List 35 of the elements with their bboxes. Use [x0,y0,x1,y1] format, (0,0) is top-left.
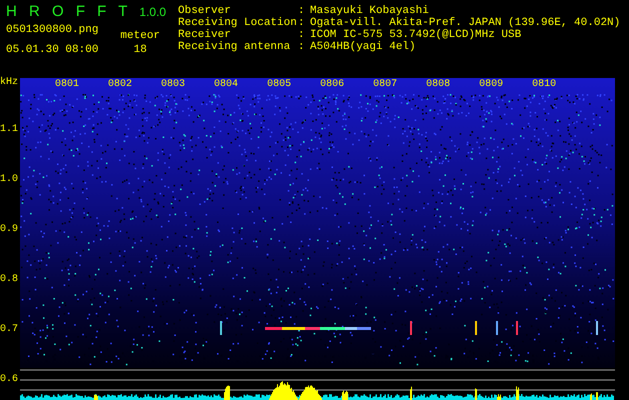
station-label: Observer [178,5,232,17]
separator-colon: : [298,17,306,29]
version-label: 1.0.0 [139,5,166,19]
file-name: 0501300800.png [6,24,98,36]
station-label: Receiver [178,29,232,41]
axis-label: 0.9 [0,224,18,236]
station-label: Receiving antenna [178,41,292,53]
axis-label: 1.1 [0,124,18,136]
app-title: H R O F F T [6,3,128,20]
separator-colon: : [298,29,306,41]
station-value: A504HB(yagi 4el) [310,41,416,53]
meteor-label: meteor [120,30,160,42]
station-label: Receiving Location [178,17,298,29]
axis-label: 1.0 [0,174,18,186]
time-label: 0801 [55,79,80,91]
date-time: 05.01.30 08:00 [6,44,98,56]
axis-label: 0.6 [0,374,18,386]
axis-label: 0.7 [0,324,18,336]
axis-unit: kHz [0,77,18,89]
meteor-count: 18 [134,44,147,56]
time-label: 0809 [479,79,504,91]
time-label: 0803 [161,79,186,91]
time-label: 0807 [373,79,398,91]
time-label: 0808 [426,79,450,91]
time-label: 0804 [214,79,238,91]
station-value: Masayuki Kobayashi [310,5,429,17]
time-label: 0802 [108,79,132,91]
time-label: 0805 [267,79,292,91]
time-label: 0806 [320,79,344,91]
station-value: ICOM IC-575 53.7492(@LCD)MHz USB [310,29,522,41]
time-label: 0810 [532,79,556,91]
separator-colon: : [298,5,306,17]
axis-label: 0.8 [0,274,18,286]
separator-colon: : [298,41,306,53]
station-value: Ogata-vill. Akita-Pref. JAPAN (139.96E, 40.02N) [310,17,620,29]
